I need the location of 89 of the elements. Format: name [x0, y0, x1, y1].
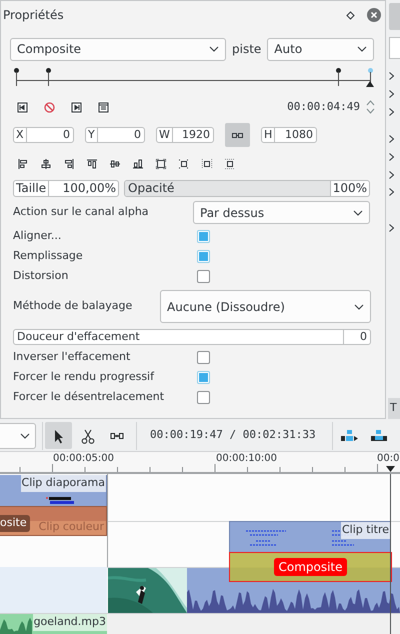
clip-label: Clip titre [340, 522, 390, 538]
clip-label: goeland.mp3 [32, 614, 107, 630]
dropdown[interactable]: Par dessus [193, 201, 370, 224]
align-icon[interactable] [179, 159, 189, 169]
checkbox[interactable] [197, 230, 210, 242]
playhead-icon [366, 81, 374, 87]
align-icon[interactable] [41, 159, 51, 169]
chevron-down-icon [353, 210, 363, 216]
spin-field[interactable]: X 0 [13, 127, 74, 143]
transition-label: Composite [274, 558, 347, 576]
option-label: Distorsion [13, 268, 70, 284]
previous-keyframe-icon[interactable] [17, 102, 28, 112]
transition-label[interactable]: osite [0, 515, 30, 532]
thumbnail-drawing [46, 496, 76, 506]
float-icon[interactable] [346, 10, 355, 20]
scissors-icon [80, 428, 96, 444]
ruler-label: 00:0 [377, 453, 400, 465]
ruler-label: 00:00:10:00 [216, 453, 278, 465]
overwrite-icon[interactable] [370, 430, 387, 442]
opacity-slider[interactable]: Opacité 100% [124, 180, 370, 196]
slider-track[interactable]: Opacité [125, 180, 330, 196]
next-keyframe-icon[interactable] [71, 102, 82, 112]
chevron-right-icon[interactable] [389, 72, 394, 80]
spin-icon[interactable] [366, 99, 375, 115]
align-icon[interactable] [64, 159, 74, 169]
link-icon [232, 132, 243, 138]
checkbox[interactable] [197, 370, 210, 384]
chevron-right-icon[interactable] [389, 171, 394, 179]
timeline-timecode: 00:00:19:47 / 00:02:31:33 [150, 427, 316, 444]
clip[interactable]: Clip diaporama [0, 475, 107, 507]
dropdown[interactable]: Composite [10, 38, 226, 60]
chevron-down-icon [20, 432, 30, 438]
option-label: Forcer le désentrelacement [13, 388, 166, 405]
align-icon[interactable] [156, 159, 166, 169]
no-entry-icon[interactable] [44, 102, 55, 112]
keyframe-marker[interactable] [14, 68, 19, 86]
spin-field[interactable]: W 1920 [156, 127, 214, 143]
clip-label: Clip couleur [38, 518, 104, 534]
chevron-right-icon[interactable] [389, 188, 394, 196]
waveform-drawing [0, 616, 32, 634]
chevron-right-icon[interactable] [389, 90, 394, 98]
chevron-down-icon [354, 304, 364, 310]
close-icon[interactable] [367, 8, 381, 22]
keyframe-list-icon[interactable] [98, 102, 109, 112]
spin-field[interactable]: H 1080 [261, 127, 317, 143]
chevron-right-icon[interactable] [389, 108, 394, 116]
align-icon[interactable] [87, 159, 97, 169]
playhead-icon[interactable] [386, 466, 395, 472]
checkbox[interactable] [197, 250, 210, 262]
spin-field[interactable]: Y 0 [85, 127, 145, 143]
align-icon[interactable] [18, 159, 28, 169]
ruler-label: 00:00:05:00 [53, 453, 114, 465]
insert-icon[interactable] [340, 430, 359, 442]
align-icon[interactable] [202, 159, 212, 169]
checkbox[interactable] [197, 270, 210, 282]
side-field[interactable] [389, 37, 400, 59]
clip[interactable]: goeland.mp3 [0, 614, 107, 634]
lock-ratio-button[interactable] [225, 123, 250, 147]
transition[interactable]: Composite [229, 552, 392, 582]
align-icon[interactable] [225, 159, 235, 169]
keyframe-marker[interactable] [46, 68, 51, 86]
panel-title: Propriétés [3, 7, 64, 24]
field-label: Action sur le canal alpha [13, 204, 150, 220]
option-label: Remplissage [13, 248, 84, 264]
option-label: Aligner... [13, 228, 62, 244]
timecode: 00:00:04:49 [287, 98, 360, 115]
align-icon[interactable] [110, 159, 120, 169]
dropdown[interactable]: Aucune (Dissoudre) [160, 290, 371, 323]
field-label: Méthode de balayage [13, 298, 134, 314]
chevron-down-icon [209, 46, 219, 52]
chevron-right-icon[interactable] [389, 153, 394, 161]
chevron-down-icon [357, 46, 368, 52]
chevron-right-icon[interactable] [389, 224, 394, 232]
tool-button[interactable] [45, 422, 72, 449]
clip-label: Clip diaporama [20, 475, 106, 492]
track-label: piste [232, 41, 262, 58]
option-label: Inverser l'effacement [13, 348, 132, 365]
keyframe-marker[interactable] [336, 68, 342, 86]
align-icon[interactable] [133, 159, 143, 169]
clip[interactable]: Clip titre [229, 521, 391, 552]
size-field[interactable]: Taille 100,00% [13, 180, 119, 196]
option-label: Forcer le rendu progressif [13, 368, 156, 385]
slider-label: Opacité [127, 180, 176, 196]
clip[interactable]: osite Clip couleur [0, 506, 107, 536]
checkbox[interactable] [197, 350, 210, 364]
side-tab[interactable]: T [388, 398, 400, 419]
checkbox[interactable] [197, 390, 210, 404]
chevron-right-icon[interactable] [389, 135, 394, 143]
dropdown[interactable]: Auto [267, 38, 374, 60]
